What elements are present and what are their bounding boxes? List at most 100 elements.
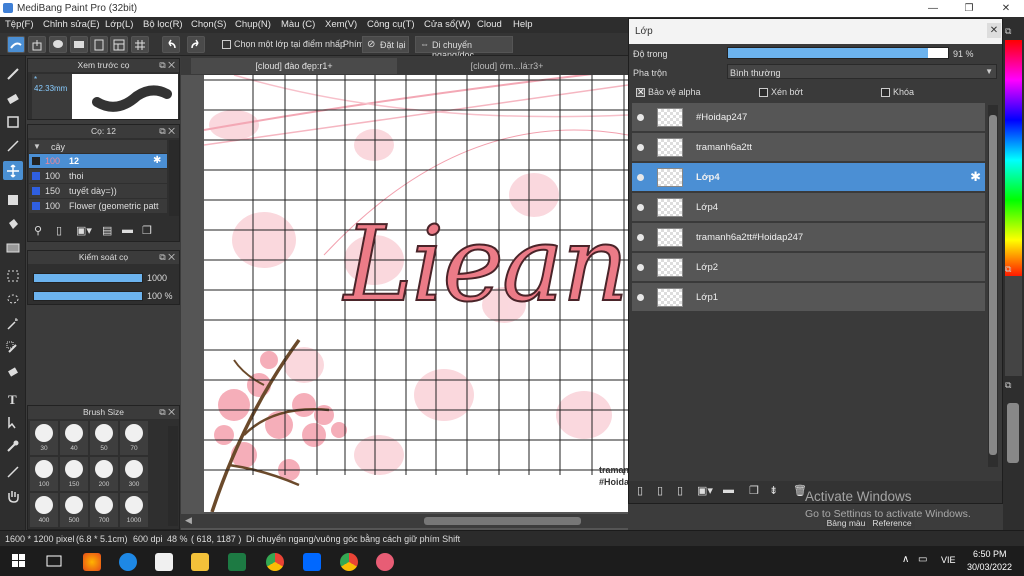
document-tab[interactable]: [cloud] đào đẹp:r1+ — [191, 58, 397, 74]
panel-controls[interactable]: ⧉ ✕ — [159, 59, 175, 72]
medibang-icon[interactable] — [376, 553, 394, 571]
panel-button[interactable] — [110, 36, 128, 53]
layer-opacity-slider[interactable] — [727, 47, 949, 59]
bucket-tool[interactable] — [3, 214, 23, 233]
gear-icon[interactable]: ✱ — [153, 155, 161, 166]
grid-button[interactable] — [131, 36, 149, 53]
reset-button[interactable]: ⊘ Đặt lại — [362, 36, 409, 53]
move-tool[interactable] — [3, 161, 23, 180]
task-view-icon[interactable] — [46, 554, 62, 568]
panel-controls[interactable]: ⧉ — [1005, 26, 1022, 38]
lock-checkbox[interactable] — [881, 88, 890, 97]
merge-layer-icon[interactable]: ⇟ — [769, 484, 778, 497]
brush-size-cell[interactable]: 200 — [90, 457, 118, 491]
duplicate-icon[interactable]: ❐ — [142, 224, 152, 237]
speech-button[interactable] — [70, 36, 88, 53]
layer-row[interactable]: Lớp1 — [632, 283, 985, 312]
gradient-tool[interactable] — [3, 238, 23, 257]
select-layer-checkbox[interactable] — [222, 40, 231, 49]
layer-scroll-thumb[interactable] — [989, 115, 997, 455]
layer-panel-close-button[interactable]: ✕ — [987, 23, 1001, 38]
line-tool[interactable] — [3, 136, 23, 155]
size-grid-scrollbar[interactable] — [168, 426, 178, 526]
document-tab[interactable]: [cloud] ớm...lá:r3+ — [399, 58, 615, 74]
add-brush-icon[interactable]: ⚲ — [34, 224, 42, 237]
zalo-icon[interactable] — [303, 553, 321, 571]
panel-controls[interactable]: ⧉ — [1005, 264, 1022, 274]
eye-icon[interactable] — [637, 174, 644, 181]
layer-row[interactable]: Lớp4 — [632, 193, 985, 222]
network-icon[interactable]: ▭ — [918, 554, 927, 565]
eye-icon[interactable] — [637, 204, 644, 211]
brush-size-cell[interactable]: 40 — [60, 421, 88, 455]
panel-controls[interactable]: ⧉ ✕ — [159, 251, 175, 264]
layer-row[interactable]: tramanh6a2tt#Hoidap247 — [632, 223, 985, 252]
layer-list-scrollbar[interactable] — [988, 105, 998, 467]
brush-item[interactable]: 100 Flower (geometric patt — [29, 199, 167, 213]
menu-help[interactable]: Help — [513, 19, 533, 30]
operation-tool[interactable] — [3, 412, 23, 431]
language-indicator[interactable]: VIE — [941, 555, 956, 565]
tray-chevron-icon[interactable]: ∧ — [902, 554, 909, 565]
brush-menu-icon[interactable]: ▣▾ — [76, 224, 92, 237]
panel-controls[interactable]: ⧉ — [1005, 380, 1022, 390]
size-slider[interactable] — [33, 273, 143, 283]
layer-row[interactable]: tramanh6a2tt — [632, 133, 985, 162]
edge-icon[interactable] — [119, 553, 137, 571]
menu-tools[interactable]: Công cụ(T) — [367, 19, 415, 30]
menu-cloud[interactable]: Cloud — [477, 19, 502, 30]
clipping-checkbox[interactable] — [759, 88, 768, 97]
pen-tool[interactable] — [3, 462, 23, 481]
panel-controls[interactable]: ⧉ ✕ — [159, 406, 175, 419]
layer-row[interactable]: #Hoidap247 — [632, 103, 985, 132]
eye-icon[interactable] — [637, 144, 644, 151]
brush-size-cell[interactable]: 400 — [30, 493, 58, 527]
menu-capture[interactable]: Chụp(N) — [235, 19, 271, 30]
brush-size-cell[interactable]: 150 — [60, 457, 88, 491]
brush-tool[interactable] — [3, 64, 23, 83]
brush-item[interactable]: 150 tuyết dày=)) — [29, 184, 167, 198]
excel-icon[interactable] — [228, 553, 246, 571]
brush-size-cell[interactable]: 1000 — [120, 493, 148, 527]
layer-menu-icon[interactable]: ▣▾ — [697, 484, 713, 497]
canvas-hscrollbar[interactable]: ◀ — [181, 514, 628, 528]
copy-brush-icon[interactable]: ▤ — [102, 224, 112, 237]
folder-icon[interactable]: ▬ — [723, 484, 734, 496]
layer-row[interactable]: Lớp2 — [632, 253, 985, 282]
menu-filter[interactable]: Bộ lọc(R) — [143, 19, 183, 30]
brush-size-cell[interactable]: 70 — [120, 421, 148, 455]
eye-icon[interactable] — [637, 294, 644, 301]
gear-icon[interactable]: ✱ — [970, 169, 981, 185]
menu-file[interactable]: Tệp(F) — [5, 19, 34, 30]
brush-size-cell[interactable]: 300 — [120, 457, 148, 491]
minimize-button[interactable]: — — [923, 1, 943, 16]
windows-start-icon[interactable] — [12, 554, 26, 568]
duplicate-layer-icon[interactable]: ❐ — [749, 484, 759, 497]
chrome-icon[interactable] — [266, 553, 284, 571]
new-brush-icon[interactable]: ▯ — [56, 224, 62, 237]
eraser-tool[interactable] — [3, 88, 23, 107]
magic-wand-tool[interactable] — [3, 314, 23, 333]
select-pen-tool[interactable] — [3, 338, 23, 357]
select-tool[interactable] — [3, 266, 23, 285]
protect-alpha-checkbox[interactable]: ✕ — [636, 87, 645, 97]
panel-controls[interactable]: ⧉ ✕ — [159, 125, 175, 138]
brush-size-cell[interactable]: 50 — [90, 421, 118, 455]
hue-bar[interactable] — [1005, 40, 1022, 280]
eye-icon[interactable] — [637, 264, 644, 271]
store-icon[interactable] — [155, 553, 173, 571]
clock-date[interactable]: 30/03/2022 — [967, 562, 1012, 572]
menu-color[interactable]: Màu (C) — [281, 19, 315, 30]
text-tool[interactable]: T — [3, 389, 23, 408]
opacity-slider[interactable] — [33, 291, 143, 301]
eye-icon[interactable] — [637, 114, 644, 121]
brush-list-scrollbar[interactable] — [169, 140, 179, 216]
blend-mode-select[interactable]: Bình thường ▼ — [727, 64, 997, 79]
scroll-thumb[interactable] — [424, 517, 581, 525]
brush-item[interactable]: 100 thoi — [29, 169, 167, 183]
eye-icon[interactable] — [637, 234, 644, 241]
rectangle-tool[interactable] — [3, 112, 23, 131]
menu-view[interactable]: Xem(V) — [325, 19, 357, 30]
drawing-canvas[interactable]: Liean traman #Hoidap — [204, 75, 628, 512]
file-explorer-icon[interactable] — [191, 553, 209, 571]
